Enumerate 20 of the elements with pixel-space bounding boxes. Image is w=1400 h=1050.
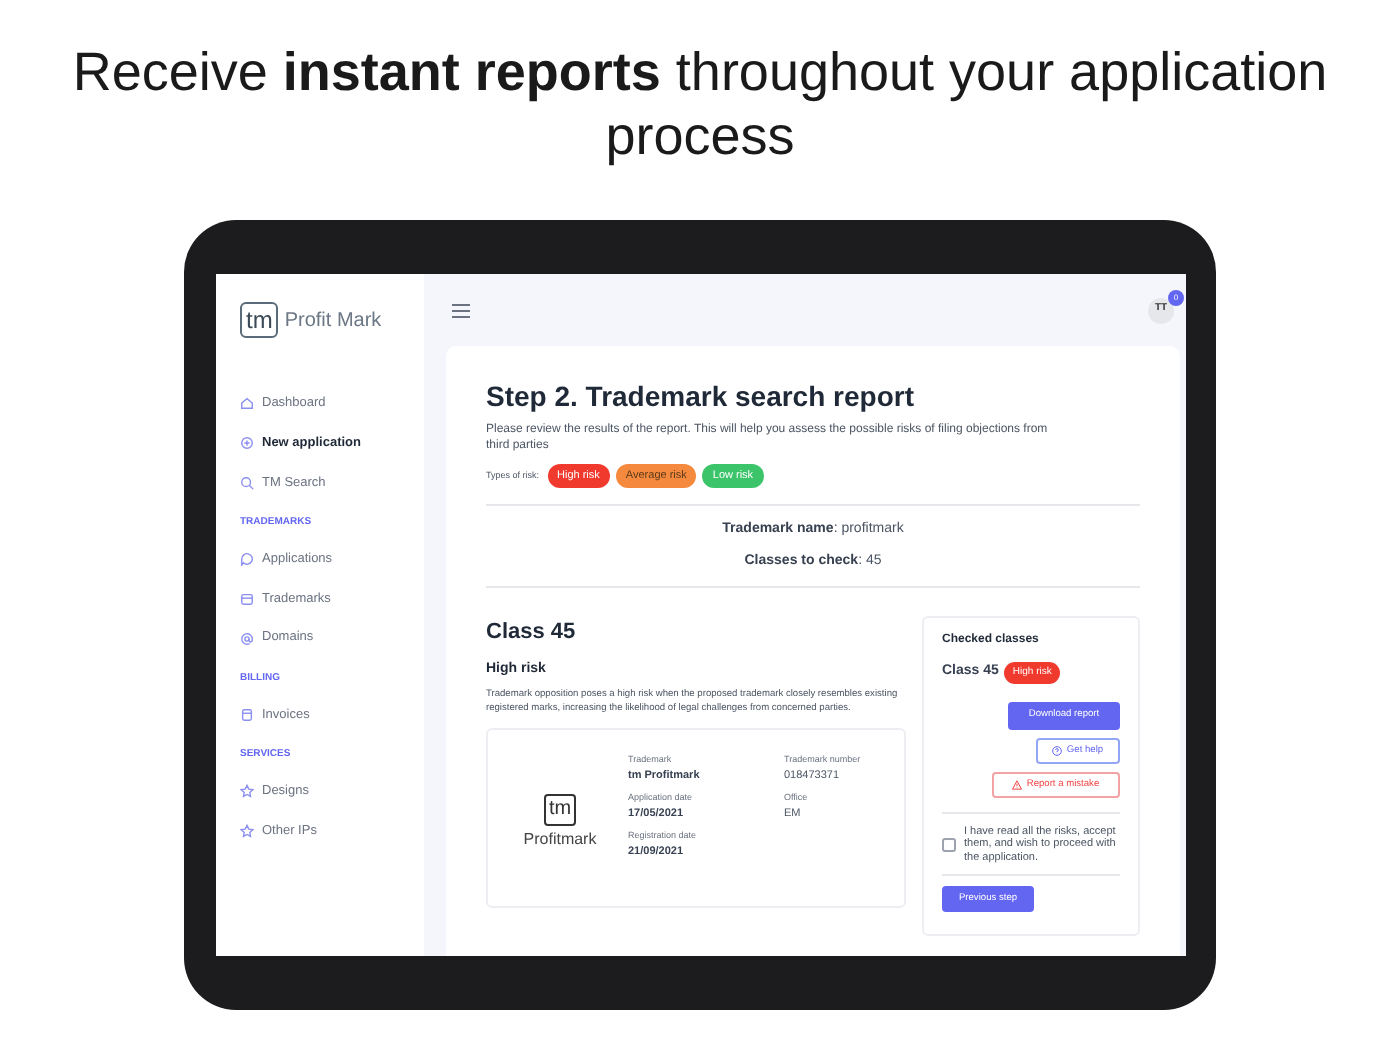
warning-icon: [1012, 779, 1023, 790]
trademark-logo-mark: tm: [544, 794, 576, 827]
headline: Receive instant reports throughout your application process: [70, 40, 1330, 168]
search-icon: [240, 475, 254, 490]
logo-mark: tm: [240, 302, 279, 338]
at-sign-icon: [240, 631, 254, 646]
help-icon: [1052, 745, 1063, 756]
class-title: Class 45: [486, 618, 578, 649]
document-icon: [240, 707, 254, 722]
logo-text: Profit Mark: [284, 307, 382, 335]
consent-checkbox[interactable]: [942, 838, 956, 852]
star-icon: [240, 784, 254, 799]
menu-icon[interactable]: [452, 303, 470, 317]
star-icon: [240, 823, 254, 838]
page-title: Step 2. Trademark search report: [486, 378, 916, 414]
chat-icon: [240, 552, 254, 567]
trademark-logo-text: Profitmark: [523, 828, 597, 853]
plus-circle-icon: [240, 436, 254, 451]
calendar-icon: [240, 591, 254, 606]
home-icon: [240, 396, 254, 411]
